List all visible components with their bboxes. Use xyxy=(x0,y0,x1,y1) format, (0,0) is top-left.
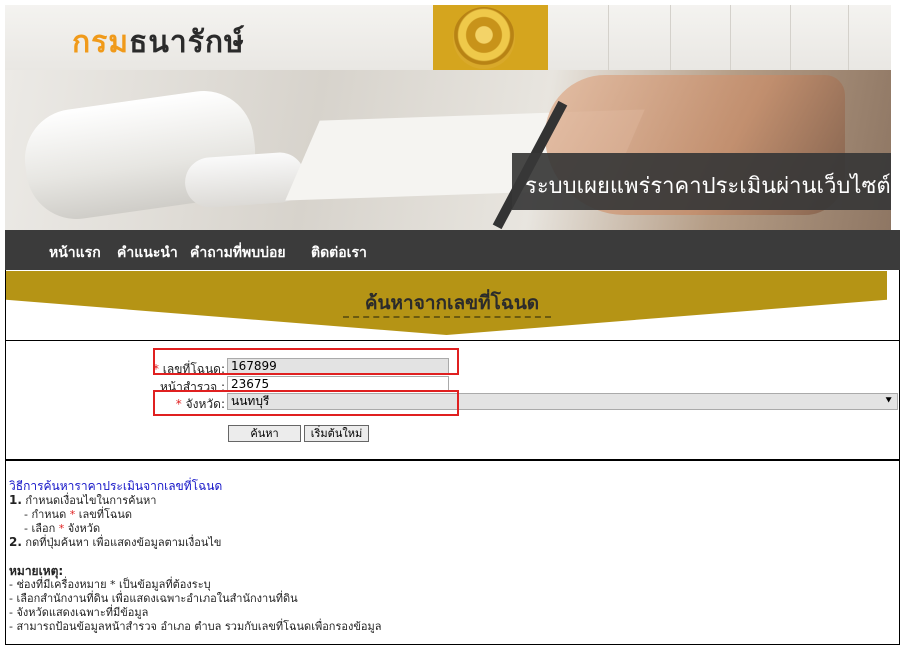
emblem-seal xyxy=(453,7,515,69)
logo-text-part1: กรม xyxy=(72,25,130,60)
banner-title: ระบบเผยแพร่ราคาประเมินผ่านเว็บไซต์ xyxy=(525,174,891,199)
province-highlight-box xyxy=(153,390,459,416)
section-title: ค้นหาจากเลขที่โฉนด xyxy=(364,292,540,314)
nav-home-link[interactable]: หน้าแรก xyxy=(49,242,101,264)
title-underline xyxy=(343,316,551,318)
note-item: - สามารถป้อนข้อมูลหน้าสำรวจ อำเภอ ตำบล ร… xyxy=(9,620,382,633)
deed-highlight-box xyxy=(153,348,459,375)
instruction-step-2: 2. กดที่ปุ่มค้นหา เพื่อแสดงข้อมูลตามเงื่… xyxy=(9,533,221,551)
logo-text-part2: ธนารักษ์ xyxy=(129,25,245,60)
step-number: 1. xyxy=(9,493,22,507)
nav-contact-link[interactable]: ติดต่อเรา xyxy=(311,242,367,264)
nav-guide-link[interactable]: คำแนะนำ xyxy=(117,242,178,264)
chevron-down-icon[interactable]: ⯆ xyxy=(884,394,893,408)
header-banner: กรมธนารักษ์ ระบบเผยแพร่ราคาประเมินผ่านเว… xyxy=(5,5,891,230)
search-button[interactable]: ค้นหา xyxy=(228,425,301,442)
step-text: กดที่ปุ่มค้นหา เพื่อแสดงข้อมูลตามเงื่อนไ… xyxy=(25,536,222,549)
header-divider xyxy=(848,5,849,70)
header-divider xyxy=(790,5,791,70)
header-divider xyxy=(608,5,609,70)
department-logo[interactable]: กรมธนารักษ์ xyxy=(72,19,245,66)
main-nav: หน้าแรก คำแนะนำ คำถามที่พบบ่อย ติดต่อเรา xyxy=(5,230,900,270)
step-number: 2. xyxy=(9,535,22,549)
header-divider xyxy=(730,5,731,70)
header-divider xyxy=(670,5,671,70)
nav-faq-link[interactable]: คำถามที่พบบ่อย xyxy=(190,242,286,264)
reset-button[interactable]: เริ่มต้นใหม่ xyxy=(304,425,369,442)
